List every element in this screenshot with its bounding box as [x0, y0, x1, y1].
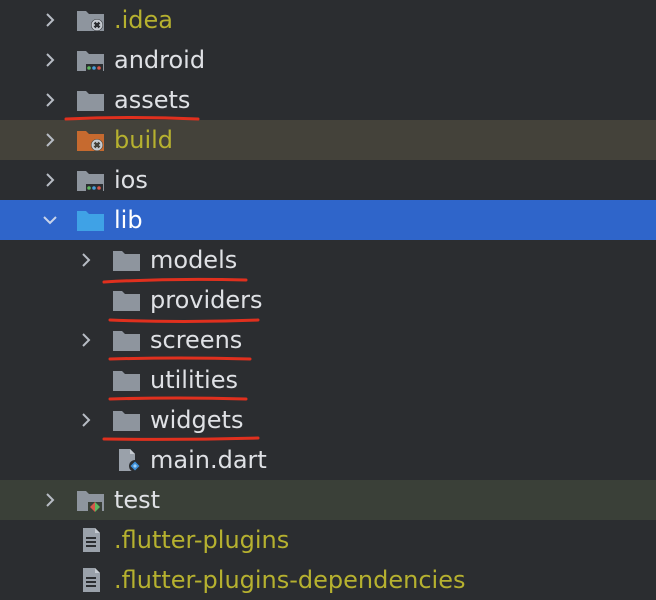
- tree-item-main-dart[interactable]: main.dart: [0, 440, 656, 480]
- chevron-down-icon[interactable]: [42, 212, 58, 228]
- tree-item-label: lib: [114, 206, 143, 234]
- folder-icon: [112, 288, 142, 312]
- source-folder-icon: [76, 208, 106, 232]
- tree-item-label: models: [150, 246, 238, 274]
- dart-file-icon: [116, 448, 146, 472]
- text-file-icon: [80, 568, 110, 592]
- project-tree: .idea android assets build ios lib model…: [0, 0, 656, 600]
- chevron-right-icon[interactable]: [78, 332, 94, 348]
- chevron-right-icon[interactable]: [78, 412, 94, 428]
- tree-item-label: test: [114, 486, 161, 514]
- chevron-right-icon[interactable]: [42, 132, 58, 148]
- tree-item-utilities[interactable]: utilities: [0, 360, 656, 400]
- chevron-right-icon[interactable]: [42, 92, 58, 108]
- idea-folder-icon: [76, 8, 106, 32]
- ios-folder-icon: [76, 168, 106, 192]
- tree-item-label: .flutter-plugins: [114, 526, 290, 554]
- chevron-right-icon[interactable]: [78, 252, 94, 268]
- tree-item-label: main.dart: [150, 446, 267, 474]
- folder-icon: [112, 368, 142, 392]
- folder-icon: [76, 88, 106, 112]
- tree-item-flutter-plugins-dependencies[interactable]: .flutter-plugins-dependencies: [0, 560, 656, 600]
- chevron-right-icon[interactable]: [42, 492, 58, 508]
- tree-item-label: utilities: [150, 366, 238, 394]
- tree-item-label: widgets: [150, 406, 244, 434]
- text-file-icon: [80, 528, 110, 552]
- tree-item-label: android: [114, 46, 206, 74]
- tree-item-widgets[interactable]: widgets: [0, 400, 656, 440]
- tree-item-label: .flutter-plugins-dependencies: [114, 566, 466, 594]
- tree-item-models[interactable]: models: [0, 240, 656, 280]
- chevron-right-icon[interactable]: [42, 172, 58, 188]
- tree-item-assets[interactable]: assets: [0, 80, 656, 120]
- folder-icon: [112, 408, 142, 432]
- build-folder-icon: [76, 128, 106, 152]
- tree-item-label: assets: [114, 86, 191, 114]
- tree-item-label: providers: [150, 286, 263, 314]
- tree-item-screens[interactable]: screens: [0, 320, 656, 360]
- folder-icon: [112, 248, 142, 272]
- tree-item-build[interactable]: build: [0, 120, 656, 160]
- test-folder-icon: [76, 488, 106, 512]
- tree-item-idea[interactable]: .idea: [0, 0, 656, 40]
- tree-item-label: build: [114, 126, 174, 154]
- tree-item-android[interactable]: android: [0, 40, 656, 80]
- tree-item-label: .idea: [114, 6, 174, 34]
- tree-item-label: screens: [150, 326, 243, 354]
- tree-item-label: ios: [114, 166, 148, 194]
- chevron-right-icon[interactable]: [42, 52, 58, 68]
- folder-icon: [112, 328, 142, 352]
- tree-item-test[interactable]: test: [0, 480, 656, 520]
- tree-item-ios[interactable]: ios: [0, 160, 656, 200]
- android-folder-icon: [76, 48, 106, 72]
- chevron-right-icon[interactable]: [42, 12, 58, 28]
- tree-item-flutter-plugins[interactable]: .flutter-plugins: [0, 520, 656, 560]
- tree-item-providers[interactable]: providers: [0, 280, 656, 320]
- tree-item-lib[interactable]: lib: [0, 200, 656, 240]
